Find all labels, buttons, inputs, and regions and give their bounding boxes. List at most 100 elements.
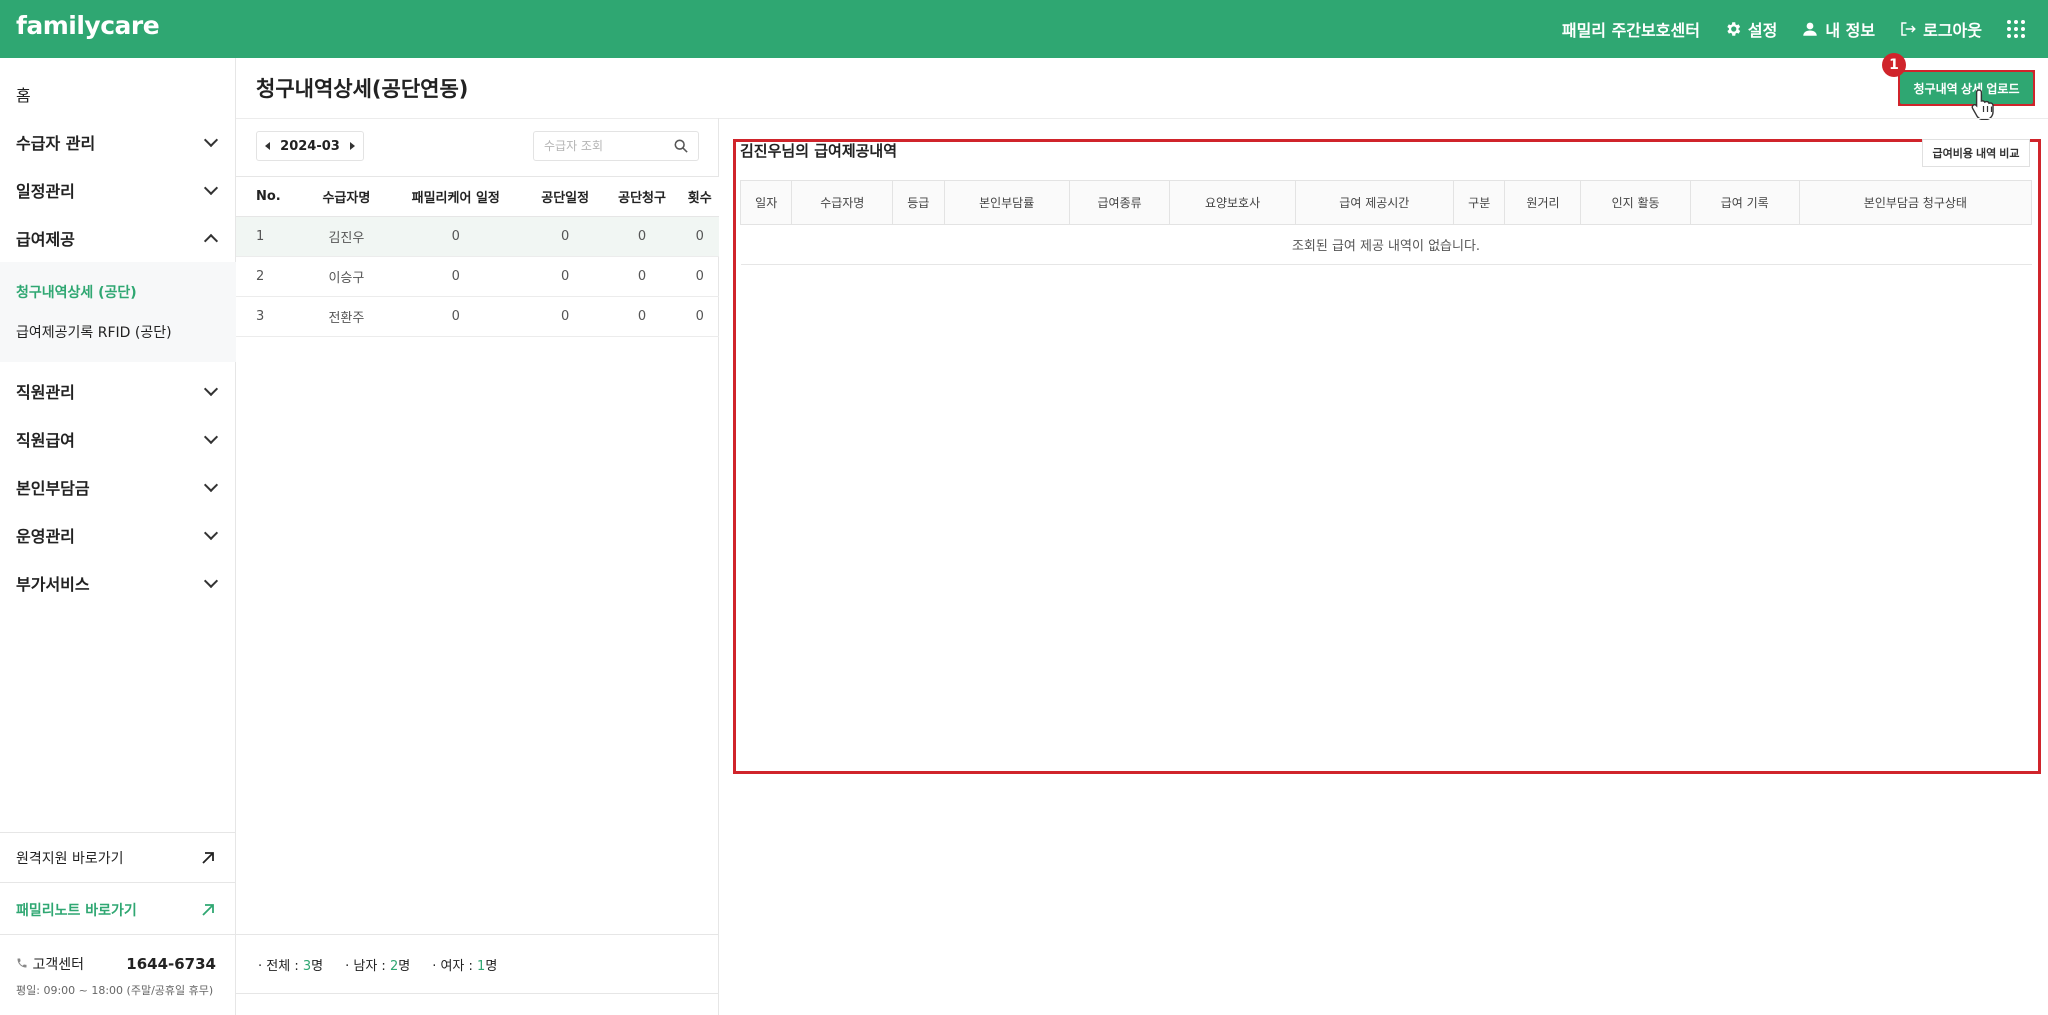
table-row[interactable]: 2 이승구 0 0 0 0 — [236, 256, 719, 297]
detail-title: 김진우님의 급여제공내역 — [740, 142, 898, 160]
chevron-down-icon — [203, 381, 219, 396]
column-header: 수급자명 — [791, 180, 894, 225]
column-header: 공단청구 — [603, 176, 681, 217]
top-nav: 패밀리 주간보호센터 설정 내 정보 로그아웃 — [1562, 0, 2048, 58]
month-label[interactable]: 2024-03 — [280, 139, 340, 154]
column-header: 급여 제공시간 — [1294, 180, 1455, 225]
arrow-up-right-icon — [202, 852, 214, 864]
divider — [0, 882, 236, 883]
column-header: 본인부담금 청구상태 — [1798, 180, 2033, 225]
center-name: 패밀리 주간보호센터 — [1562, 17, 1700, 41]
table-cell: 1 — [236, 216, 308, 257]
table-cell: 0 — [603, 296, 681, 337]
page-title: 청구내역상세(공단연동) — [256, 77, 469, 101]
table-cell: 0 — [680, 296, 719, 337]
column-header: 급여종류 — [1068, 180, 1171, 225]
sidebar-item-recipients[interactable]: 수급자 관리 — [0, 122, 236, 162]
recipient-search — [533, 131, 699, 161]
column-header: 공단일정 — [526, 176, 604, 217]
chevron-down-icon — [203, 132, 219, 147]
sidebar-item-label: 수급자 관리 — [16, 134, 96, 153]
apps-menu-button[interactable] — [2006, 19, 2032, 39]
recipient-table: No. 수급자명 패밀리케어 일정 공단일정 공단청구 횟수 1 김진우 0 0… — [236, 176, 719, 337]
column-header: 구분 — [1452, 180, 1506, 225]
table-cell: 0 — [680, 256, 719, 297]
empty-message: 조회된 급여 제공 내역이 없습니다. — [740, 224, 2032, 265]
table-cell: 0 — [526, 296, 604, 337]
table-cell: 0 — [384, 296, 527, 337]
family-note-label: 패밀리노트 바로가기 — [16, 903, 137, 919]
arrow-up-right-icon — [202, 904, 214, 916]
summary-female: · 여자 : 1명 — [432, 955, 497, 974]
chevron-down-icon — [203, 180, 219, 195]
recipient-panel: 2024-03 No. 수급자명 패밀리케어 일정 공단일정 공단청구 횟수 1… — [236, 118, 719, 1015]
column-header: 본인부담률 — [943, 180, 1070, 225]
table-cell: 0 — [680, 216, 719, 257]
summary-label: · 전체 : — [258, 958, 299, 974]
sidebar-item-label: 일정관리 — [16, 182, 75, 201]
sidebar-item-copayment[interactable]: 본인부담금 — [0, 467, 236, 507]
divider — [0, 832, 236, 833]
settings-button[interactable]: 설정 — [1724, 17, 1777, 41]
sidebar-item-label: 부가서비스 — [16, 575, 90, 594]
recipient-search-input[interactable] — [544, 139, 664, 153]
table-cell: 0 — [526, 256, 604, 297]
table-cell: 0 — [526, 216, 604, 257]
summary-unit: 명 — [311, 958, 324, 974]
table-cell: 이승구 — [307, 256, 385, 297]
empty-row: 조회된 급여 제공 내역이 없습니다. — [740, 224, 2032, 265]
column-header: 원거리 — [1504, 180, 1582, 225]
customer-center-label-wrap: 고객센터 — [16, 954, 84, 974]
sidebar-subitem-rfid[interactable]: 급여제공기록 RFID (공단) — [16, 322, 172, 342]
sidebar-item-home[interactable]: 홈 — [0, 74, 236, 114]
chevron-down-icon — [203, 477, 219, 492]
compare-cost-button[interactable]: 급여비용 내역 비교 — [1922, 139, 2030, 167]
search-icon[interactable] — [674, 139, 688, 153]
sidebar-item-label: 본인부담금 — [16, 479, 90, 498]
logout-icon — [1901, 22, 1916, 36]
customer-center-phone: 1644-6734 — [126, 955, 216, 973]
step-badge: 1 — [1882, 53, 1906, 77]
sidebar-item-staff[interactable]: 직원관리 — [0, 371, 236, 411]
table-cell: 3 — [236, 296, 308, 337]
table-cell: 0 — [384, 256, 527, 297]
chevron-up-icon — [203, 233, 219, 248]
sidebar-subitem-claim-detail[interactable]: 청구내역상세 (공단) — [16, 282, 137, 302]
chevron-down-icon — [203, 573, 219, 588]
summary-label: · 여자 : — [432, 958, 473, 974]
sidebar-item-payroll[interactable]: 직원급여 — [0, 419, 236, 459]
sidebar-item-label: 급여제공 — [16, 230, 75, 249]
summary-label: · 남자 : — [345, 958, 386, 974]
table-row[interactable]: 1 김진우 0 0 0 0 — [236, 216, 719, 257]
sidebar-item-operations[interactable]: 운영관리 — [0, 515, 236, 555]
divider — [0, 934, 236, 935]
next-month-icon[interactable] — [349, 142, 355, 150]
column-header: 일자 — [739, 180, 793, 225]
summary-unit: 명 — [485, 958, 498, 974]
benefit-detail-table: 일자 수급자명 등급 본인부담률 급여종류 요양보호사 급여 제공시간 구분 원… — [739, 180, 2033, 265]
sidebar-item-schedule[interactable]: 일정관리 — [0, 170, 236, 210]
family-note-link[interactable]: 패밀리노트 바로가기 — [16, 900, 216, 920]
summary-male: · 남자 : 2명 — [345, 955, 410, 974]
customer-center: 고객센터 1644-6734 평일: 09:00 ~ 18:00 (주말/공휴일… — [16, 954, 216, 998]
column-header: No. — [236, 176, 308, 217]
recipient-summary: · 전체 : 3명 · 남자 : 2명 · 여자 : 1명 — [236, 934, 719, 994]
logout-button[interactable]: 로그아웃 — [1899, 17, 1982, 41]
remote-support-label: 원격지원 바로가기 — [16, 851, 124, 867]
grid-icon — [2007, 20, 2025, 38]
claim-detail-upload-button[interactable]: 청구내역 상세 업로드 — [1900, 72, 2033, 104]
prev-month-icon[interactable] — [265, 142, 270, 150]
sidebar-item-label: 홈 — [16, 86, 31, 105]
myinfo-label: 내 정보 — [1825, 21, 1876, 40]
table-row[interactable]: 3 전환주 0 0 0 0 — [236, 296, 719, 337]
table-cell: 0 — [603, 256, 681, 297]
remote-support-link[interactable]: 원격지원 바로가기 — [16, 848, 216, 868]
app-logo[interactable]: familycare — [16, 11, 160, 40]
sidebar-item-benefits[interactable]: 급여제공 — [0, 218, 236, 258]
summary-unit: 명 — [398, 958, 411, 974]
customer-center-hours: 평일: 09:00 ~ 18:00 (주말/공휴일 휴무) — [16, 984, 214, 997]
logout-label: 로그아웃 — [1923, 21, 1982, 40]
sidebar-item-addons[interactable]: 부가서비스 — [0, 563, 236, 603]
myinfo-button[interactable]: 내 정보 — [1801, 17, 1875, 41]
center-name-label: 패밀리 주간보호센터 — [1561, 21, 1700, 40]
